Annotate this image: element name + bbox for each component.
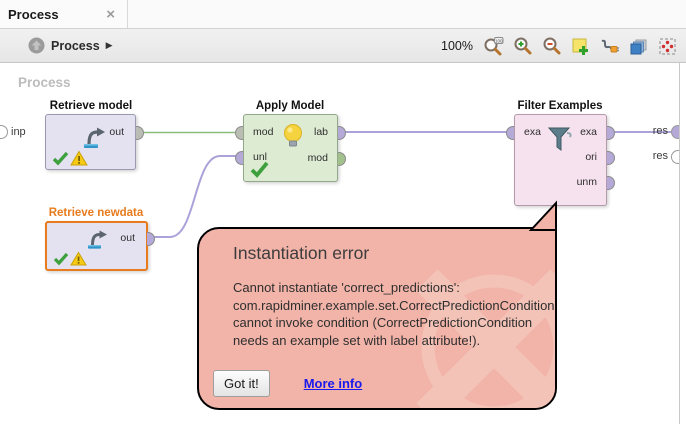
result-rail [679, 63, 680, 424]
operator-retrieve-model[interactable]: out [45, 114, 144, 170]
zoom-level: 100% [441, 39, 473, 53]
port-label-out: out [120, 232, 135, 244]
got-it-button[interactable]: Got it! [213, 370, 270, 397]
port-label-lab-out: lab [313, 126, 328, 138]
error-actions: Got it! More info [213, 370, 362, 397]
tab-bar: Process × [0, 0, 686, 28]
warning-icon[interactable] [70, 251, 87, 266]
warning-icon[interactable] [70, 150, 88, 166]
connections-icon[interactable] [599, 36, 620, 57]
port-label-mod-out: mod [307, 152, 328, 164]
error-message-line: Cannot instantiate 'correct_predictions'… [233, 280, 460, 295]
operator-label-retrieve-newdata: Retrieve newdata [48, 207, 144, 219]
status-ok-icon [53, 252, 69, 266]
error-title: Instantiation error [233, 243, 370, 263]
port-label-unm-out: unm [576, 176, 597, 188]
operator-filter-examples[interactable]: exa exa ori unm [506, 114, 615, 206]
svg-text:100: 100 [495, 38, 503, 43]
retrieve-icon [88, 230, 107, 249]
port-label-out: out [109, 126, 124, 138]
close-icon[interactable]: × [102, 6, 119, 23]
breadcrumb-label: Process [51, 38, 100, 53]
more-info-link[interactable]: More info [304, 376, 363, 391]
port-label-mod-in: mod [253, 126, 274, 138]
tab-title: Process [8, 6, 59, 22]
port-filter-exa-in[interactable] [506, 126, 514, 140]
status-ok-icon [52, 151, 69, 166]
auto-arrange-icon[interactable] [657, 36, 678, 57]
operator-label-retrieve-model: Retrieve model [49, 100, 133, 112]
navigate-up-icon[interactable] [28, 37, 45, 54]
port-label-exa-out: exa [580, 126, 597, 138]
funnel-icon [547, 127, 572, 151]
rapidminer-process-window: Process × Process ▶ 100% 100 Process inp… [0, 0, 686, 424]
lightbulb-icon [284, 124, 302, 147]
operator-label-filter-examples: Filter Examples [517, 100, 603, 112]
status-ok-icon [250, 161, 269, 178]
operator-label-apply-model: Apply Model [255, 100, 325, 112]
port-apply-mod-in[interactable] [235, 126, 243, 140]
zoom-out-icon[interactable] [541, 36, 562, 57]
result-port-1-label: res [652, 125, 668, 137]
process-canvas[interactable]: Process inp res res Retrieve model out A… [0, 63, 686, 424]
wire-newdata-to-unl [152, 155, 243, 238]
port-label-ori-out: ori [585, 151, 597, 163]
add-note-icon[interactable] [570, 36, 591, 57]
status-icons [250, 161, 269, 178]
result-port-2-label: res [652, 150, 668, 162]
result-port-2[interactable] [671, 150, 679, 164]
port-apply-unl-in[interactable] [235, 151, 243, 165]
toolbar-right-group: 100% 100 [441, 29, 678, 63]
breadcrumb[interactable]: Process ▶ [28, 37, 113, 54]
zoom-reset-icon[interactable]: 100 [483, 36, 504, 57]
status-icons [52, 150, 88, 166]
error-balloon: Instantiation error Cannot instantiate '… [197, 227, 557, 410]
error-message-line: com.rapidminer.example.set.CorrectPredic… [233, 297, 557, 313]
zoom-in-icon[interactable] [512, 36, 533, 57]
panels-icon[interactable] [628, 36, 649, 57]
error-message-line: needs an example set with label attribut… [233, 332, 481, 348]
result-port-1[interactable] [671, 125, 679, 139]
operator-apply-model[interactable]: mod unl lab mod [235, 114, 346, 182]
error-message-line: cannot invoke condition (CorrectPredicti… [233, 315, 533, 330]
port-label-exa-in: exa [524, 126, 541, 138]
input-port-label: inp [11, 126, 26, 138]
operator-retrieve-newdata[interactable]: out [45, 221, 155, 271]
process-toolbar: Process ▶ 100% 100 [0, 28, 686, 63]
retrieve-icon [84, 127, 105, 148]
tab-process[interactable]: Process × [0, 0, 128, 28]
error-message: Cannot instantiate 'correct_predictions'… [233, 279, 557, 349]
status-icons [53, 251, 87, 266]
breadcrumb-arrow-icon[interactable]: ▶ [106, 40, 113, 51]
